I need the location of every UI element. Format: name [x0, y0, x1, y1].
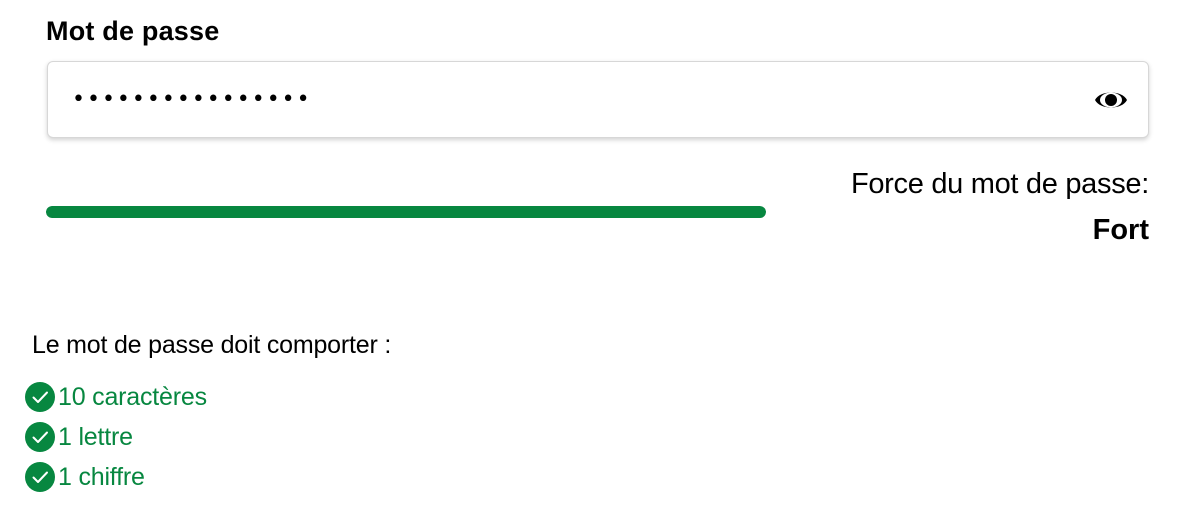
- password-rules-title: Le mot de passe doit comporter :: [32, 331, 392, 359]
- check-circle-icon: [25, 382, 55, 412]
- check-circle-icon: [25, 422, 55, 452]
- password-field[interactable]: [47, 61, 1149, 138]
- password-rule-label: 1 lettre: [58, 422, 133, 451]
- password-strength-bar: [46, 206, 766, 218]
- password-rule-item: 10 caractères: [24, 377, 207, 417]
- password-field-label: Mot de passe: [46, 16, 220, 46]
- password-strength-value: Fort: [1092, 214, 1149, 246]
- password-input[interactable]: [72, 78, 1032, 120]
- password-strength-label: Force du mot de passe:: [850, 168, 1149, 200]
- show-password-toggle[interactable]: [1092, 84, 1130, 116]
- password-rules-list: 10 caractères 1 lettre 1 chiffre: [24, 377, 207, 497]
- check-circle-icon: [25, 462, 55, 492]
- password-rule-label: 10 caractères: [58, 382, 207, 411]
- password-strength-fill: [46, 206, 766, 218]
- password-rule-label: 1 chiffre: [58, 462, 145, 491]
- password-rule-item: 1 chiffre: [24, 457, 207, 497]
- password-rule-item: 1 lettre: [24, 417, 207, 457]
- eye-icon: [1095, 92, 1127, 108]
